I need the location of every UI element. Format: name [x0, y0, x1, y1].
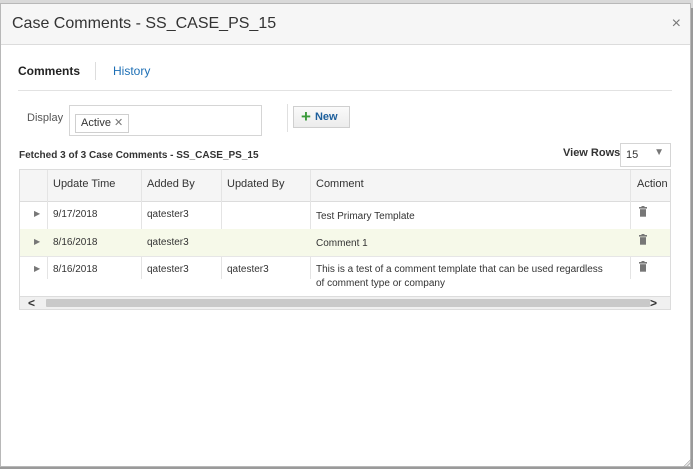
- expand-row-icon[interactable]: ▶: [34, 264, 40, 273]
- cell-comment: Test Primary Template: [316, 211, 415, 222]
- table-row[interactable]: ▶ 9/17/2018 qatester3 Test Primary Templ…: [20, 201, 670, 230]
- cell-update-time: 9/17/2018: [53, 209, 98, 220]
- new-comment-button[interactable]: + New: [293, 106, 350, 128]
- close-icon[interactable]: ×: [672, 16, 681, 32]
- cell-updated-by: qatester3: [227, 264, 269, 275]
- view-rows-label: View Rows: [563, 147, 621, 159]
- expand-row-icon[interactable]: ▶: [34, 209, 40, 218]
- chip-label: Active: [81, 117, 111, 129]
- horizontal-scrollbar[interactable]: < >: [20, 296, 670, 309]
- cell-comment: This is a test of a comment template tha…: [316, 264, 603, 275]
- comments-table: Update Time Added By Updated By Comment …: [19, 169, 671, 310]
- tab-history[interactable]: History: [113, 64, 150, 78]
- table-row[interactable]: ▶ 8/16/2018 qatester3 qatester3 This is …: [20, 256, 670, 296]
- new-button-label: New: [314, 111, 338, 123]
- tab-comments[interactable]: Comments: [18, 64, 80, 78]
- column-header-updated-by[interactable]: Updated By: [227, 178, 284, 190]
- display-filter-input[interactable]: Active ✕: [69, 105, 262, 136]
- scroll-thumb[interactable]: [46, 299, 650, 307]
- active-filter-chip: Active ✕: [75, 114, 130, 133]
- cell-update-time: 8/16/2018: [53, 264, 98, 275]
- remove-chip-icon[interactable]: ✕: [114, 117, 123, 129]
- column-header-update-time[interactable]: Update Time: [53, 178, 115, 190]
- chevron-down-icon: ▼: [654, 147, 664, 158]
- delete-icon[interactable]: [639, 206, 647, 220]
- dialog-resize-handle[interactable]: [683, 459, 691, 467]
- view-rows-value: 15: [626, 149, 639, 161]
- expand-row-icon[interactable]: ▶: [34, 237, 40, 246]
- toolbar-divider: [287, 104, 288, 132]
- column-header-comment[interactable]: Comment: [316, 178, 364, 190]
- cell-comment: Comment 1: [316, 238, 368, 249]
- tab-divider: [95, 62, 96, 80]
- display-label: Display: [27, 112, 64, 124]
- cell-comment-continued: of comment type or company: [316, 278, 445, 289]
- cell-added-by: qatester3: [147, 237, 189, 248]
- dialog-title: Case Comments - SS_CASE_PS_15: [12, 15, 277, 32]
- table-row[interactable]: ▶ 8/16/2018 qatester3 Comment 1: [20, 229, 670, 257]
- dialog-header: Case Comments - SS_CASE_PS_15 ×: [1, 4, 690, 45]
- table-header: Update Time Added By Updated By Comment …: [20, 170, 670, 202]
- delete-icon[interactable]: [639, 234, 647, 248]
- tab-bar: Comments History: [18, 60, 672, 91]
- view-rows-select[interactable]: 15 ▼: [620, 143, 671, 167]
- column-header-added-by[interactable]: Added By: [147, 178, 195, 190]
- cell-added-by: qatester3: [147, 209, 189, 220]
- scroll-left-icon[interactable]: <: [28, 296, 35, 309]
- cell-added-by: qatester3: [147, 264, 189, 275]
- plus-icon: +: [301, 107, 311, 126]
- cell-update-time: 8/16/2018: [53, 237, 98, 248]
- fetched-count: Fetched 3 of 3 Case Comments - SS_CASE_P…: [19, 150, 259, 161]
- delete-icon[interactable]: [639, 261, 647, 275]
- column-header-action: Action: [637, 178, 668, 190]
- scroll-right-icon[interactable]: >: [650, 296, 657, 309]
